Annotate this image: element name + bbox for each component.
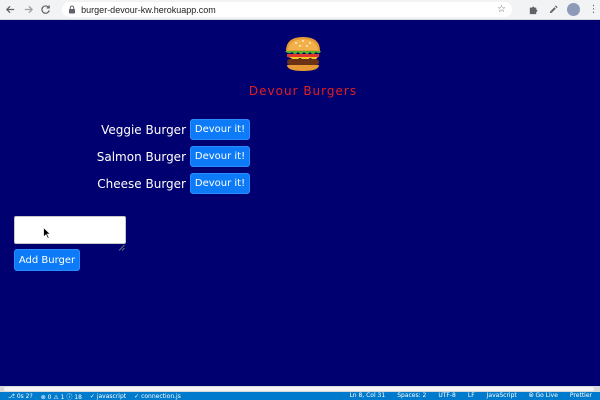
status-line-ending[interactable]: LF	[468, 392, 475, 400]
extensions-icon[interactable]	[527, 3, 540, 16]
lock-icon	[68, 5, 76, 14]
toolbar-right-icons: ⋮	[520, 3, 600, 16]
add-burger-button[interactable]: Add Burger	[14, 249, 80, 271]
burger-name: Salmon Burger	[96, 149, 186, 164]
burger-name: Veggie Burger	[101, 122, 186, 137]
burger-name-input[interactable]	[14, 216, 126, 244]
list-item: Cheese Burger Devour it!	[60, 173, 250, 194]
list-item: Salmon Burger Devour it!	[60, 146, 250, 167]
devour-button[interactable]: Devour it!	[190, 146, 250, 167]
page-title: Devour Burgers	[248, 84, 358, 98]
devour-button[interactable]: Devour it!	[190, 119, 250, 140]
status-encoding[interactable]: UTF-8	[438, 392, 456, 400]
back-icon[interactable]	[4, 3, 17, 17]
forward-icon[interactable]	[21, 3, 34, 17]
burger-name: Cheese Burger	[97, 176, 186, 191]
status-cursor-position[interactable]: Ln 8, Col 31	[349, 392, 385, 400]
status-language-check[interactable]: ✓ javascript	[90, 393, 126, 400]
scrollbar-thumb[interactable]	[4, 387, 594, 391]
avatar[interactable]	[567, 3, 580, 16]
star-icon[interactable]: ☆	[497, 4, 506, 15]
status-go-live[interactable]: ⦾ Go Live	[529, 392, 558, 400]
status-right-group: Ln 8, Col 31 Spaces: 2 UTF-8 LF JavaScri…	[337, 392, 600, 400]
burger-list: Veggie Burger Devour it! Salmon Burger D…	[60, 119, 250, 200]
status-language-mode[interactable]: JavaScript	[487, 392, 517, 400]
status-file-check[interactable]: ✓ connection.js	[134, 393, 181, 400]
status-prettier[interactable]: Prettier	[570, 392, 592, 400]
page-content: Devour Burgers Veggie Burger Devour it! …	[0, 20, 600, 386]
editor-status-bar: ⎇ 0s 2? ⊗ 0 ⚠ 1 ⓘ 18 ✓ javascript ✓ conn…	[0, 392, 600, 400]
list-item: Veggie Burger Devour it!	[60, 119, 250, 140]
browser-toolbar: burger-devour-kw.herokuapp.com ☆ ⋮	[0, 0, 600, 20]
url-text: burger-devour-kw.herokuapp.com	[81, 4, 216, 15]
burger-icon	[282, 34, 324, 74]
reload-icon[interactable]	[39, 3, 52, 17]
browser-window: burger-devour-kw.herokuapp.com ☆ ⋮ Devou…	[0, 0, 600, 400]
status-branch[interactable]: ⎇ 0s 2?	[8, 393, 33, 400]
eyedropper-icon[interactable]	[547, 3, 560, 16]
devour-button[interactable]: Devour it!	[190, 173, 250, 194]
status-problems[interactable]: ⊗ 0 ⚠ 1 ⓘ 18	[41, 392, 82, 400]
resize-grip-icon[interactable]	[118, 236, 125, 251]
address-bar[interactable]: burger-devour-kw.herokuapp.com ☆	[62, 2, 512, 17]
menu-icon[interactable]: ⋮	[587, 3, 600, 16]
status-indentation[interactable]: Spaces: 2	[397, 392, 426, 400]
